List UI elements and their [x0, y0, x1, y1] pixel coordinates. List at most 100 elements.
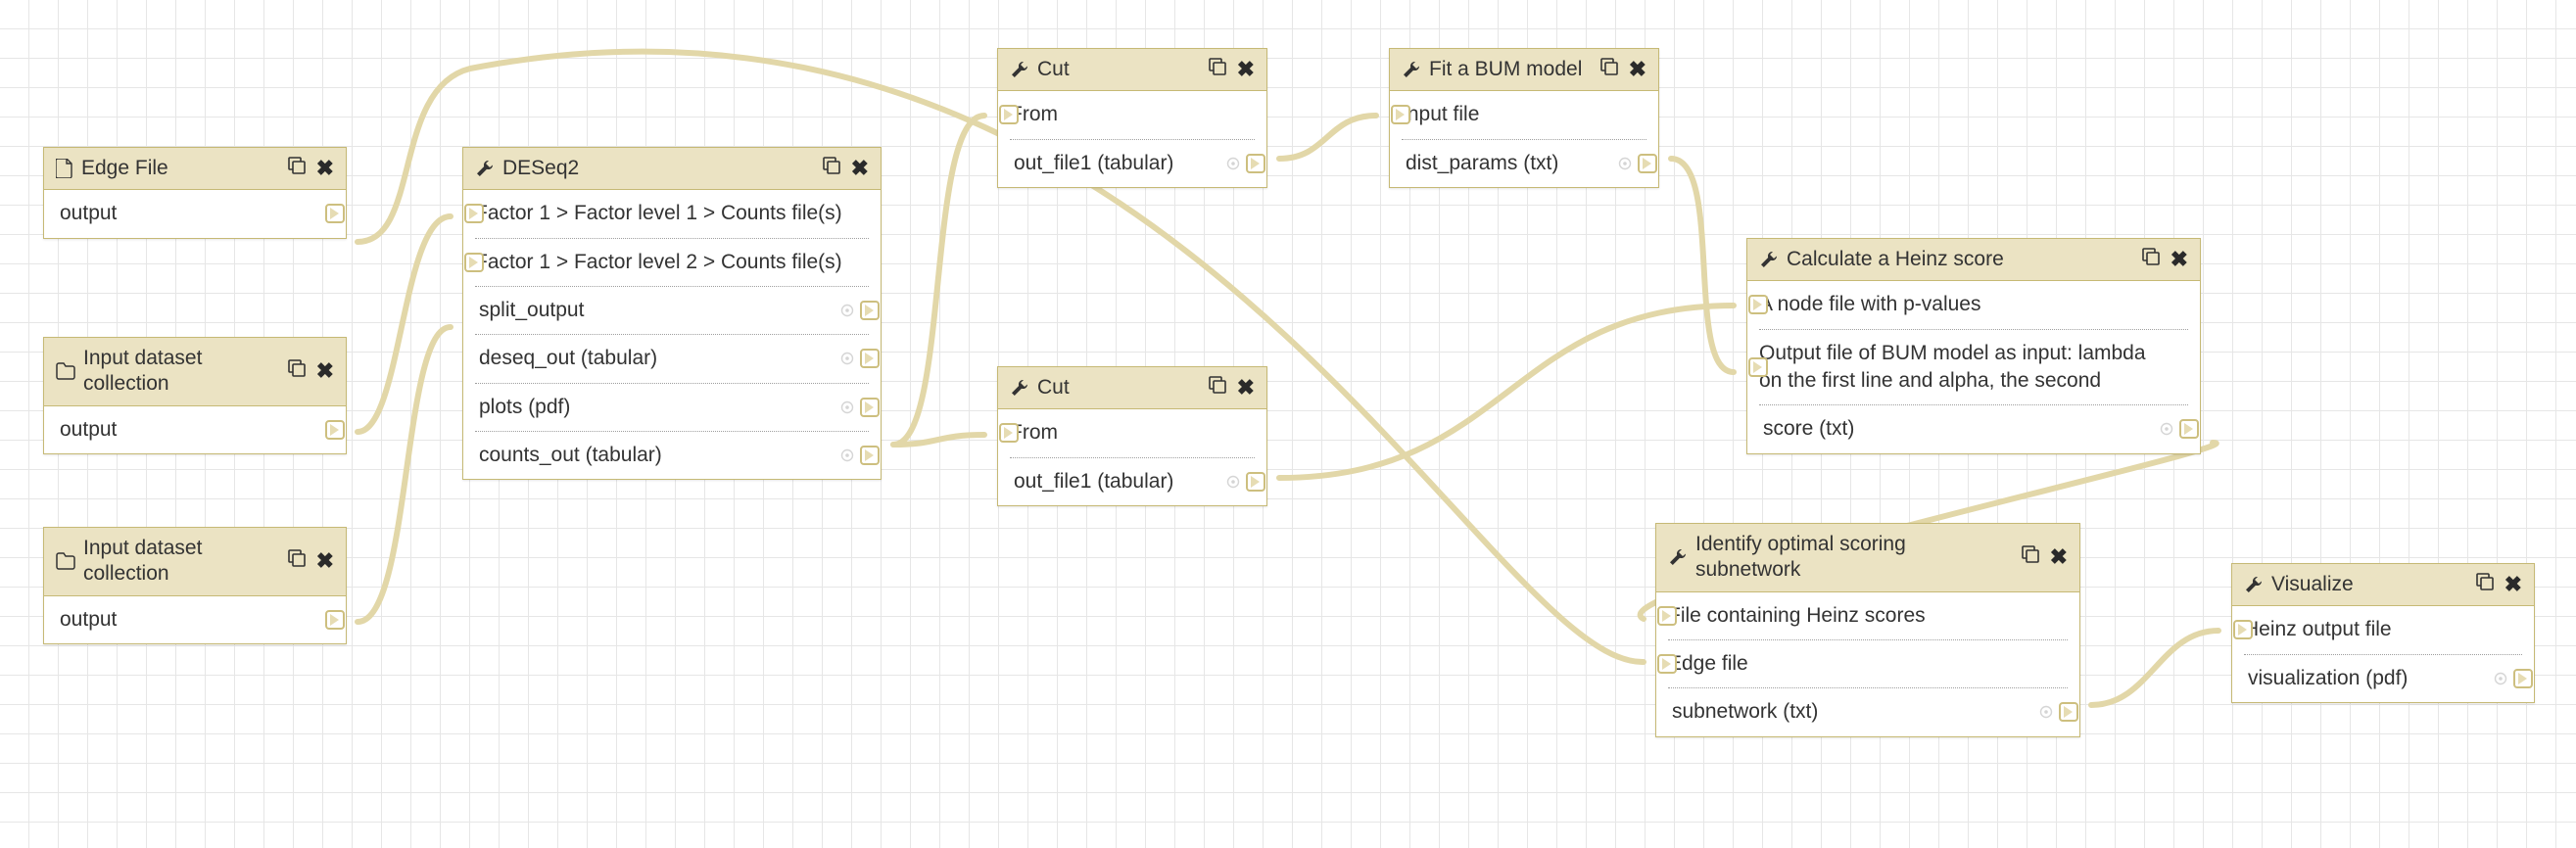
- duplicate-icon[interactable]: [1208, 375, 1227, 400]
- close-icon[interactable]: ✖: [316, 550, 334, 572]
- input-label: File containing Heinz scores: [1668, 604, 1926, 627]
- duplicate-icon[interactable]: [2021, 544, 2040, 570]
- output-terminal[interactable]: [860, 398, 880, 417]
- gear-icon[interactable]: [1617, 156, 1633, 171]
- gear-icon[interactable]: [1225, 156, 1241, 171]
- output-terminal[interactable]: [2179, 419, 2199, 439]
- node-header[interactable]: Edge File ✖: [44, 148, 346, 190]
- gear-icon[interactable]: [2038, 704, 2054, 720]
- node-header[interactable]: Cut ✖: [998, 367, 1266, 409]
- close-icon[interactable]: ✖: [1237, 59, 1255, 80]
- node-deseq2[interactable]: DESeq2 ✖ Factor 1 > Factor level 1 > Cou…: [462, 147, 882, 480]
- duplicate-icon[interactable]: [287, 548, 307, 574]
- node-calculate-heinz-score[interactable]: Calculate a Heinz score ✖ A node file wi…: [1746, 238, 2201, 454]
- duplicate-icon[interactable]: [287, 358, 307, 384]
- input-label: Heinz output file: [2244, 618, 2392, 640]
- node-edge-file[interactable]: Edge File ✖ output: [43, 147, 347, 239]
- output-row: output: [56, 406, 334, 453]
- node-cut-2[interactable]: Cut ✖ From out_file1 (tabular): [997, 366, 1267, 506]
- duplicate-icon[interactable]: [2475, 572, 2495, 597]
- output-label: split_output: [479, 299, 584, 321]
- close-icon[interactable]: ✖: [851, 158, 869, 179]
- node-header[interactable]: Calculate a Heinz score ✖: [1747, 239, 2200, 281]
- node-title: DESeq2: [502, 156, 814, 181]
- gear-icon[interactable]: [839, 448, 855, 463]
- file-icon: [56, 159, 73, 178]
- output-terminal[interactable]: [325, 420, 345, 440]
- node-header[interactable]: DESeq2 ✖: [463, 148, 881, 190]
- gear-icon[interactable]: [1225, 474, 1241, 490]
- input-terminal[interactable]: [999, 105, 1019, 124]
- input-terminal[interactable]: [464, 253, 484, 272]
- input-terminal[interactable]: [1657, 606, 1677, 626]
- gear-icon[interactable]: [2493, 671, 2508, 686]
- output-row: plots (pdf): [475, 383, 869, 431]
- output-label: dist_params (txt): [1406, 152, 1558, 174]
- node-input-collection-1[interactable]: Input dataset collection ✖ output: [43, 337, 347, 454]
- output-terminal[interactable]: [860, 446, 880, 465]
- output-terminal[interactable]: [860, 301, 880, 320]
- output-terminal[interactable]: [2513, 669, 2533, 688]
- duplicate-icon[interactable]: [2141, 247, 2161, 272]
- output-terminal[interactable]: [1246, 154, 1265, 173]
- gear-icon[interactable]: [2159, 421, 2174, 437]
- input-label: Factor 1 > Factor level 1 > Counts file(…: [475, 202, 842, 224]
- input-row: Factor 1 > Factor level 2 > Counts file(…: [475, 238, 869, 286]
- node-cut-1[interactable]: Cut ✖ From out_file1 (tabular): [997, 48, 1267, 188]
- input-terminal[interactable]: [1391, 105, 1410, 124]
- output-terminal[interactable]: [325, 610, 345, 630]
- close-icon[interactable]: ✖: [1237, 377, 1255, 399]
- input-terminal[interactable]: [1657, 654, 1677, 674]
- close-icon[interactable]: ✖: [2171, 249, 2188, 270]
- input-terminal[interactable]: [1748, 295, 1768, 314]
- close-icon[interactable]: ✖: [2050, 546, 2068, 568]
- node-fit-bum-model[interactable]: Fit a BUM model ✖ Input file dist_params…: [1389, 48, 1659, 188]
- duplicate-icon[interactable]: [287, 156, 307, 181]
- wrench-icon: [1668, 547, 1688, 567]
- node-header[interactable]: Input dataset collection ✖: [44, 528, 346, 596]
- output-terminal[interactable]: [1246, 472, 1265, 492]
- duplicate-icon[interactable]: [1599, 57, 1619, 82]
- output-row: output: [56, 190, 334, 237]
- output-terminal[interactable]: [325, 204, 345, 223]
- output-terminal[interactable]: [1638, 154, 1657, 173]
- node-header[interactable]: Input dataset collection ✖: [44, 338, 346, 406]
- node-title: Input dataset collection: [83, 536, 279, 588]
- node-header[interactable]: Cut ✖: [998, 49, 1266, 91]
- node-header[interactable]: Identify optimal scoring subnetwork ✖: [1656, 524, 2079, 592]
- wrench-icon: [1010, 60, 1029, 79]
- node-header[interactable]: Visualize ✖: [2232, 564, 2534, 606]
- duplicate-icon[interactable]: [822, 156, 841, 181]
- input-terminal[interactable]: [999, 423, 1019, 443]
- wrench-icon: [1402, 60, 1421, 79]
- node-input-collection-2[interactable]: Input dataset collection ✖ output: [43, 527, 347, 644]
- input-label: Edge file: [1668, 652, 1748, 675]
- folder-icon: [56, 362, 75, 380]
- node-header[interactable]: Fit a BUM model ✖: [1390, 49, 1658, 91]
- output-row: visualization (pdf): [2244, 654, 2522, 702]
- close-icon[interactable]: ✖: [316, 158, 334, 179]
- input-terminal[interactable]: [1748, 357, 1768, 377]
- output-row: deseq_out (tabular): [475, 334, 869, 382]
- close-icon[interactable]: ✖: [316, 360, 334, 382]
- output-label: visualization (pdf): [2248, 667, 2408, 689]
- gear-icon[interactable]: [839, 351, 855, 366]
- output-row: out_file1 (tabular): [1010, 139, 1255, 187]
- input-terminal[interactable]: [2233, 620, 2253, 639]
- output-row: out_file1 (tabular): [1010, 457, 1255, 505]
- node-visualize[interactable]: Visualize ✖ Heinz output file visualizat…: [2231, 563, 2535, 703]
- output-label: output: [60, 202, 117, 224]
- output-label: out_file1 (tabular): [1014, 470, 1173, 493]
- output-row: dist_params (txt): [1402, 139, 1646, 187]
- close-icon[interactable]: ✖: [2504, 574, 2522, 595]
- node-identify-subnetwork[interactable]: Identify optimal scoring subnetwork ✖ Fi…: [1655, 523, 2080, 737]
- output-terminal[interactable]: [860, 349, 880, 368]
- input-label: Input file: [1402, 103, 1479, 125]
- wrench-icon: [1759, 250, 1779, 269]
- gear-icon[interactable]: [839, 400, 855, 415]
- close-icon[interactable]: ✖: [1629, 59, 1646, 80]
- input-terminal[interactable]: [464, 204, 484, 223]
- gear-icon[interactable]: [839, 303, 855, 318]
- duplicate-icon[interactable]: [1208, 57, 1227, 82]
- output-terminal[interactable]: [2059, 702, 2078, 722]
